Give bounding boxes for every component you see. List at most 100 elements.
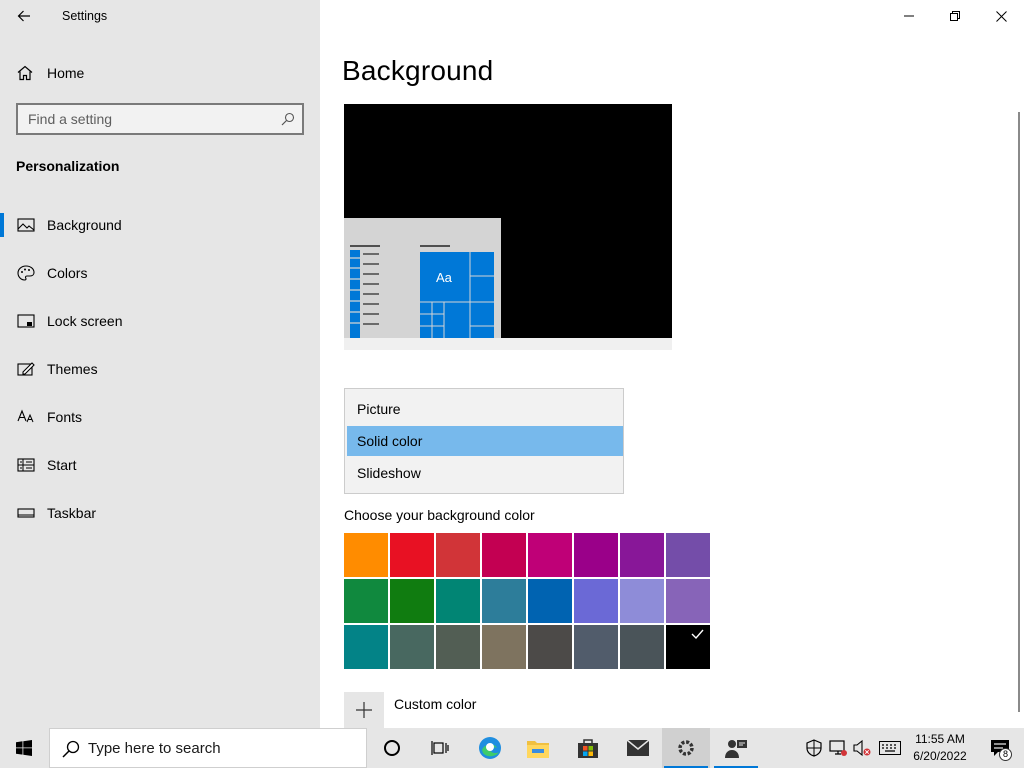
- page-title: Background: [342, 55, 494, 86]
- color-swatch[interactable]: [436, 625, 480, 669]
- color-swatch[interactable]: [482, 625, 526, 669]
- app-title: Settings: [62, 9, 108, 23]
- custom-color-label[interactable]: Custom color: [394, 696, 476, 712]
- clock[interactable]: 11:55 AM 6/20/2022: [904, 731, 976, 765]
- preview-taskbar: [344, 338, 672, 350]
- edge-button[interactable]: [466, 728, 514, 768]
- color-swatch[interactable]: [574, 579, 618, 623]
- back-button[interactable]: [8, 0, 40, 32]
- color-swatch[interactable]: [390, 533, 434, 577]
- preview-start-menu: [344, 218, 501, 338]
- home-icon: [17, 65, 33, 81]
- color-swatch[interactable]: [574, 533, 618, 577]
- settings-icon: [678, 740, 694, 756]
- notification-count-badge: 8: [999, 748, 1012, 761]
- security-tray-button[interactable]: [804, 738, 824, 758]
- nav-themes[interactable]: Themes: [0, 349, 320, 389]
- taskbar-search-box[interactable]: [49, 728, 367, 768]
- home-label: Home: [47, 65, 85, 81]
- file-explorer-icon: [527, 741, 549, 758]
- nav-label: Background: [47, 217, 122, 233]
- color-swatch[interactable]: [390, 579, 434, 623]
- color-swatch[interactable]: [344, 625, 388, 669]
- settings-search-input[interactable]: [18, 105, 302, 133]
- sidebar: Settings Home Personalization Background…: [0, 0, 320, 728]
- clock-time: 11:55 AM: [915, 732, 965, 746]
- color-swatch[interactable]: [620, 625, 664, 669]
- nav-colors[interactable]: Colors: [0, 253, 320, 293]
- restore-icon: [950, 11, 960, 21]
- color-swatch[interactable]: [574, 625, 618, 669]
- nav-start[interactable]: Start: [0, 445, 320, 485]
- option-picture[interactable]: Picture: [347, 394, 623, 424]
- palette-icon: [17, 265, 35, 281]
- color-swatch[interactable]: [528, 533, 572, 577]
- store-button[interactable]: [564, 728, 612, 768]
- home-link[interactable]: Home: [0, 56, 320, 90]
- color-swatch[interactable]: [666, 533, 710, 577]
- network-tray-button[interactable]: [828, 738, 848, 758]
- color-swatch[interactable]: [528, 625, 572, 669]
- search-icon: [62, 740, 80, 758]
- preview-tile-text: Aa: [436, 270, 452, 285]
- option-solid-color[interactable]: Solid color: [347, 426, 623, 456]
- nav-label: Start: [47, 457, 77, 473]
- start-icon: [17, 458, 35, 472]
- security-icon: [806, 739, 822, 757]
- settings-taskbar-button[interactable]: [662, 728, 710, 768]
- nav-lock-screen[interactable]: Lock screen: [0, 301, 320, 341]
- taskbar-search-input[interactable]: [88, 729, 358, 767]
- mail-button[interactable]: [614, 728, 662, 768]
- windows-logo-icon: [16, 740, 32, 756]
- nav-background[interactable]: Background: [0, 205, 320, 245]
- cortana-button[interactable]: [368, 728, 416, 768]
- picture-icon: [17, 218, 35, 232]
- scrollbar[interactable]: [1018, 112, 1020, 712]
- color-swatch[interactable]: [482, 533, 526, 577]
- option-slideshow[interactable]: Slideshow: [347, 458, 623, 488]
- edge-icon: [479, 737, 501, 759]
- action-center-button[interactable]: 8: [980, 728, 1020, 768]
- keyboard-icon: [879, 741, 901, 755]
- cortana-icon: [384, 740, 400, 756]
- color-swatch[interactable]: [620, 579, 664, 623]
- color-swatch[interactable]: [344, 579, 388, 623]
- restore-button[interactable]: [932, 0, 978, 32]
- nav-fonts[interactable]: Fonts: [0, 397, 320, 437]
- volume-tray-button[interactable]: [852, 738, 872, 758]
- color-swatch[interactable]: [436, 579, 480, 623]
- custom-color-button[interactable]: [344, 692, 384, 728]
- color-swatch[interactable]: [390, 625, 434, 669]
- color-swatch[interactable]: [666, 579, 710, 623]
- store-icon: [578, 739, 598, 758]
- background-preview: Aa: [344, 104, 672, 350]
- close-button[interactable]: [978, 0, 1024, 32]
- preview-start-menu-illustration: [350, 245, 494, 338]
- choose-color-label: Choose your background color: [344, 507, 535, 523]
- taskbar-icon: [17, 508, 35, 518]
- fonts-icon: [17, 409, 34, 423]
- mail-icon: [626, 739, 650, 756]
- nav-label: Taskbar: [47, 505, 97, 521]
- color-swatch[interactable]: [666, 625, 710, 669]
- people-button[interactable]: [712, 728, 760, 768]
- nav-taskbar[interactable]: Taskbar: [0, 493, 320, 533]
- background-type-list[interactable]: Picture Solid color Slideshow: [344, 388, 624, 494]
- file-explorer-button[interactable]: [514, 728, 562, 768]
- color-swatch[interactable]: [482, 579, 526, 623]
- nav-label: Colors: [47, 265, 88, 281]
- settings-search-box[interactable]: [16, 103, 304, 135]
- checkmark-icon: [666, 625, 710, 669]
- color-swatch-grid: [344, 533, 711, 671]
- plus-icon: [356, 702, 372, 718]
- color-swatch[interactable]: [620, 533, 664, 577]
- task-view-button[interactable]: [416, 728, 464, 768]
- themes-icon: [17, 362, 35, 376]
- color-swatch[interactable]: [344, 533, 388, 577]
- color-swatch[interactable]: [436, 533, 480, 577]
- start-button[interactable]: [0, 728, 48, 768]
- color-swatch[interactable]: [528, 579, 572, 623]
- minimize-button[interactable]: [886, 0, 932, 32]
- keyboard-tray-button[interactable]: [878, 738, 902, 758]
- close-icon: [995, 10, 1007, 22]
